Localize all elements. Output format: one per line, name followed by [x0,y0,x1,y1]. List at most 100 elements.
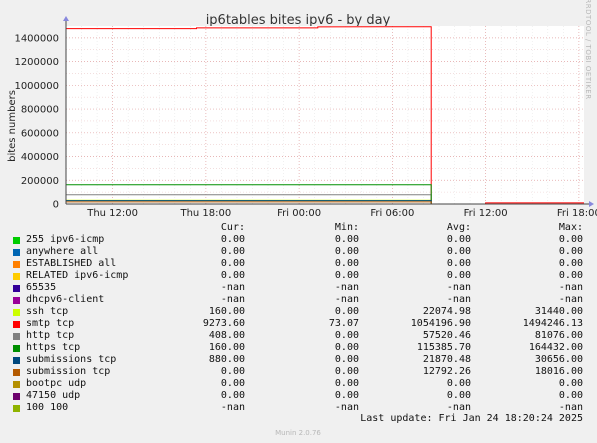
legend-swatch [13,381,20,388]
x-tick-label: Thu 18:00 [179,208,231,219]
legend-cur: 0.00 [220,366,245,377]
legend-label: RELATED ipv6-icmp [26,270,129,281]
legend-swatch [13,285,20,292]
legend-avg: 115385.70 [416,342,471,353]
legend-header-max: Max: [558,222,583,233]
legend-label: anywhere all [26,246,99,257]
legend-row: submission tcp 0.00 0.00 12792.26 18016.00 [0,366,597,378]
legend-row: http tcp 408.00 0.00 57520.46 81076.00 [0,330,597,342]
legend-avg: 0.00 [446,234,471,245]
legend-label: 255 ipv6-icmp [26,234,105,245]
legend-min: 0.00 [334,354,359,365]
legend-max: -nan [558,282,583,293]
y-tick-label: 600000 [21,128,59,139]
legend-label: http tcp [26,330,75,341]
legend-swatch [13,309,20,316]
legend-max: 81076.00 [534,330,583,341]
legend-min: 0.00 [334,342,359,353]
legend-cur: 880.00 [208,354,245,365]
legend-avg: 0.00 [446,390,471,401]
legend-cur: 0.00 [220,378,245,389]
legend-avg: 0.00 [446,246,471,257]
legend-swatch [13,369,20,376]
legend-swatch [13,357,20,364]
side-label: RRDTOOL / TOBI OETIKER [584,0,592,100]
legend-header-min: Min: [334,222,359,233]
legend-cur: -nan [220,294,245,305]
legend-swatch [13,237,20,244]
legend-min: 0.00 [334,390,359,401]
legend-swatch [13,321,20,328]
legend-row: anywhere all 0.00 0.00 0.00 0.00 [0,246,597,258]
legend-avg: 0.00 [446,270,471,281]
legend-max: 1494246.13 [522,318,583,329]
legend-max: 0.00 [558,234,583,245]
legend-min: 0.00 [334,378,359,389]
legend-row: RELATED ipv6-icmp 0.00 0.00 0.00 0.00 [0,270,597,282]
y-axis-label: bites numbers [7,90,18,162]
legend-max: 30656.00 [534,354,583,365]
legend-row: smtp tcp 9273.60 73.07 1054196.90 1494246.13 [0,318,597,330]
legend-min: -nan [334,294,359,305]
legend-avg: 1054196.90 [410,318,471,329]
legend-cur: 0.00 [220,234,245,245]
legend-avg: 0.00 [446,378,471,389]
legend-swatch [13,249,20,256]
legend-label: https tcp [26,342,81,353]
legend-row: submissions tcp 880.00 0.00 21870.48 30656.0… [0,354,597,366]
legend-label: ESTABLISHED all [26,258,117,269]
legend-row: ssh tcp 160.00 0.00 22074.98 31440.00 [0,306,597,318]
legend-swatch [13,297,20,304]
legend-row: https tcp 160.00 0.00 115385.70 164432.00 [0,342,597,354]
legend-cur: 0.00 [220,390,245,401]
legend-min: -nan [334,402,359,413]
y-tick-label: 200000 [21,176,59,187]
legend-max: 0.00 [558,378,583,389]
legend-cur: 0.00 [220,270,245,281]
legend-cur: 160.00 [208,306,245,317]
x-tick-label: Fri 00:00 [277,208,321,219]
legend-label: 47150 udp [26,390,81,401]
legend-label: smtp tcp [26,318,75,329]
legend-avg: -nan [446,294,471,305]
legend-avg: -nan [446,282,471,293]
x-axis-arrow [589,201,594,207]
legend-label: submission tcp [26,366,111,377]
y-tick-label: 1000000 [14,81,59,92]
legend-min: -nan [334,282,359,293]
legend-max: 0.00 [558,246,583,257]
chart-title: ip6tables bites ipv6 - by day [206,13,391,28]
legend-row: 255 ipv6-icmp 0.00 0.00 0.00 0.00 [0,234,597,246]
legend-label: dhcpv6-client [26,294,105,305]
legend-avg: 12792.26 [422,366,471,377]
y-tick-label: 800000 [21,105,59,116]
legend-cur: 0.00 [220,258,245,269]
legend-label: ssh tcp [26,306,69,317]
legend-header-cur: Cur: [220,222,245,233]
legend-cur: -nan [220,402,245,413]
legend-max: 164432.00 [528,342,583,353]
legend-max: -nan [558,294,583,305]
legend-cur: -nan [220,282,245,293]
legend-avg: 22074.98 [422,306,471,317]
x-tick-label: Fri 18:00 [557,208,597,219]
legend-min: 0.00 [334,258,359,269]
legend-min: 0.00 [334,306,359,317]
legend-cur: 160.00 [208,342,245,353]
legend-swatch [13,345,20,352]
plot-area [66,26,584,204]
legend-max: 0.00 [558,270,583,281]
y-tick-label: 0 [53,200,59,211]
x-tick-label: Thu 12:00 [86,208,138,219]
legend-min: 0.00 [334,330,359,341]
legend-label: submissions tcp [26,354,117,365]
legend-cur: 9273.60 [202,318,245,329]
legend-min: 73.07 [328,318,359,329]
legend-cur: 0.00 [220,246,245,257]
legend-min: 0.00 [334,246,359,257]
legend-min: 0.00 [334,234,359,245]
legend-max: 0.00 [558,390,583,401]
legend-swatch [13,333,20,340]
y-axis-arrow [63,16,69,21]
legend-label: 65535 [26,282,57,293]
